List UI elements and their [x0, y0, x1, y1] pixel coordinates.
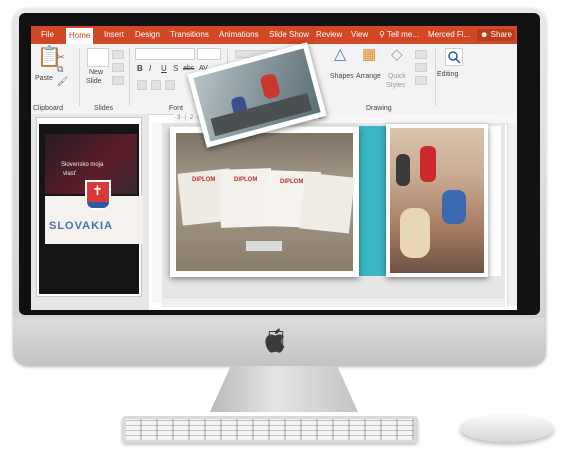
font-size-box[interactable] [197, 48, 221, 60]
new-slide-icon[interactable] [87, 48, 109, 67]
slide-thumbnail-pane: Slovensko moja vlasť ✝ SLOVAKIA [31, 114, 149, 310]
account-name[interactable]: Merced Fl... [428, 29, 470, 41]
thumbnail-text-2: vlasť [63, 171, 76, 177]
diploma-photo[interactable]: DIPLOM DIPLOM DIPLOM [170, 127, 359, 277]
group-divider [129, 48, 130, 106]
paste-button[interactable]: Paste [35, 74, 53, 83]
ribbon-tab-bar: File Home Insert Design Transitions Anim… [31, 26, 517, 44]
group-divider [435, 48, 436, 106]
powerpoint-window: File Home Insert Design Transitions Anim… [31, 26, 517, 310]
diploma-title-2: DIPLOM [234, 177, 258, 183]
editing-button[interactable]: Editing [437, 70, 458, 79]
italic-button[interactable]: I [149, 64, 151, 73]
students-photo-image [390, 128, 484, 273]
mouse [460, 414, 554, 442]
shadow-button[interactable]: S [173, 64, 178, 73]
shapes-icon[interactable]: △ [334, 47, 346, 63]
lightbulb-icon: ⚲ [379, 30, 385, 39]
underline-button[interactable]: U [161, 64, 167, 73]
keyboard [122, 416, 418, 443]
thumbnail-photo: Slovensko moja vlasť ✝ SLOVAKIA [39, 124, 143, 294]
reset-icon[interactable] [112, 63, 124, 72]
quick-styles-label-1[interactable]: Quick [388, 72, 406, 81]
arrange-button[interactable]: Arrange [356, 72, 381, 81]
decrease-font-icon[interactable] [165, 80, 175, 90]
vertical-scrollbar[interactable] [507, 123, 517, 306]
search-icon[interactable] [445, 48, 463, 66]
slide-thumbnail[interactable]: Slovensko moja vlasť ✝ SLOVAKIA [36, 117, 143, 297]
group-label-slides: Slides [94, 105, 114, 112]
section-icon[interactable] [112, 76, 124, 85]
shapes-button[interactable]: Shapes [330, 72, 354, 81]
share-button[interactable]: ☻ Share [477, 29, 516, 41]
bold-button[interactable]: B [137, 64, 143, 73]
shape-effects-icon[interactable] [415, 76, 427, 85]
tab-insert[interactable]: Insert [104, 29, 124, 41]
tab-animations[interactable]: Animations [219, 29, 259, 41]
students-photo[interactable] [386, 124, 488, 277]
shape-fill-icon[interactable] [415, 50, 427, 59]
group-label-clipboard: Clipboard [33, 105, 63, 112]
diploma-title-1: DIPLOM [192, 177, 216, 183]
tab-file[interactable]: File [41, 29, 54, 41]
font-color-icon[interactable] [137, 80, 147, 90]
tab-home[interactable]: Home [66, 28, 94, 44]
layout-icon[interactable] [112, 50, 124, 59]
new-slide-label-1[interactable]: New [89, 68, 103, 77]
increase-font-icon[interactable] [151, 80, 161, 90]
tab-slide-show[interactable]: Slide Show [269, 29, 309, 41]
tab-transitions[interactable]: Transitions [170, 29, 209, 41]
diploma-photo-image: DIPLOM DIPLOM DIPLOM [176, 133, 355, 271]
group-divider [79, 48, 80, 106]
slovak-coat-of-arms: ✝ [85, 180, 111, 210]
tell-me-box[interactable]: ⚲ Tell me... [379, 29, 419, 41]
tab-review[interactable]: Review [316, 29, 342, 41]
format-painter-icon[interactable]: 🖌 [57, 74, 68, 88]
strikethrough-button[interactable]: abc [183, 64, 194, 73]
monitor-stand [210, 366, 358, 412]
usb-drives [246, 241, 282, 251]
tab-view[interactable]: View [351, 29, 368, 41]
quick-styles-icon[interactable]: ◇ [391, 47, 403, 62]
font-family-box[interactable] [135, 48, 195, 60]
quick-styles-label-2[interactable]: Styles [386, 81, 405, 90]
person-icon: ☻ [480, 30, 489, 39]
group-label-font: Font [169, 105, 184, 112]
arrange-icon[interactable]: ▦ [362, 47, 376, 62]
apple-logo-icon:  [262, 325, 290, 355]
diploma-title-3: DIPLOM [280, 179, 304, 185]
group-label-drawing: Drawing [366, 105, 392, 112]
slovakia-word: SLOVAKIA [49, 220, 114, 232]
tab-design[interactable]: Design [135, 29, 160, 41]
horizontal-scrollbar[interactable] [162, 297, 505, 307]
thumbnail-text-1: Slovensko moja [61, 162, 104, 168]
new-slide-label-2[interactable]: Slide [86, 77, 102, 86]
shape-outline-icon[interactable] [415, 63, 427, 72]
